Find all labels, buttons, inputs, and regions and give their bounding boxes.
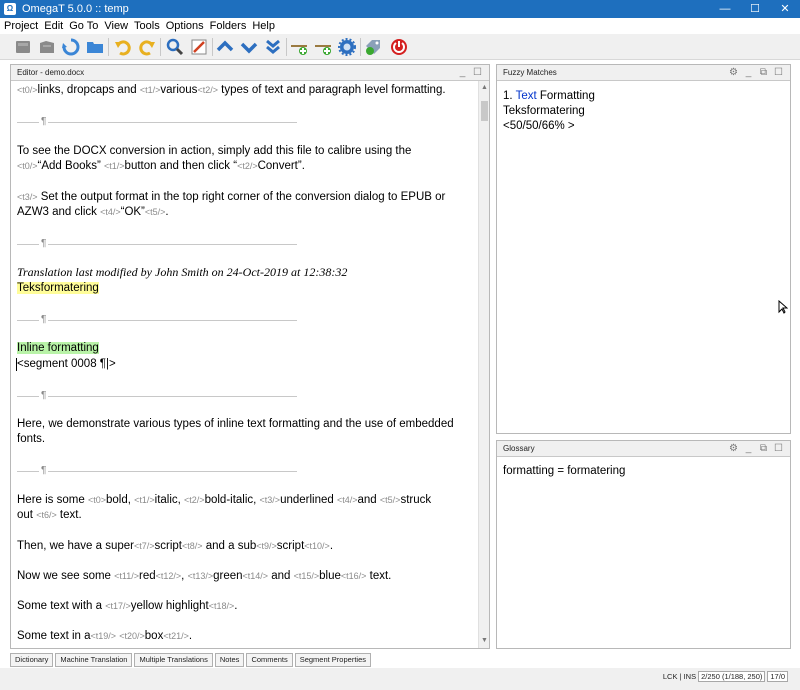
tab-dictionary[interactable]: Dictionary [10, 653, 54, 667]
maximize-pane-icon[interactable]: ☐ [771, 442, 786, 456]
scroll-up-icon[interactable]: ▲ [480, 83, 489, 93]
tab-machine-translation[interactable]: Machine Translation [55, 653, 133, 667]
menu-go-to[interactable]: Go To [69, 20, 98, 32]
toolbar-separator [160, 38, 161, 56]
segment-separator: ¶ [17, 465, 297, 476]
menu-folders[interactable]: Folders [210, 20, 247, 32]
segment-separator: ¶ [17, 390, 297, 401]
menu-options[interactable]: Options [166, 20, 204, 32]
fuzzy-match-score: <50/50/66% > [503, 120, 575, 132]
tab-multiple-translations[interactable]: Multiple Translations [134, 653, 213, 667]
window-title: OmegaT 5.0.0 :: temp [22, 3, 129, 15]
active-segment-source: Inline formatting [17, 342, 99, 354]
menu-view[interactable]: View [104, 20, 128, 32]
edit-mode-indicator: LCK | INS [662, 672, 697, 681]
tab-segment-properties[interactable]: Segment Properties [294, 653, 371, 667]
status-bar: LCK | INS 2/250 (1/188, 250) 17/0 [0, 668, 800, 690]
scrollbar-thumb[interactable] [481, 101, 488, 121]
menu-help[interactable]: Help [252, 20, 275, 32]
edit-icon[interactable] [188, 36, 210, 58]
validate-tags-icon[interactable] [362, 36, 384, 58]
close-button[interactable]: ✕ [770, 0, 800, 18]
editor-content[interactable]: <t0/>links, dropcaps and <t1/>various<t2… [11, 81, 479, 648]
maximize-button[interactable]: ☐ [740, 0, 770, 18]
editor-header: Editor - demo.docx _ ☐ [11, 65, 489, 81]
folder-icon[interactable] [84, 36, 106, 58]
fuzzy-match-target[interactable]: Teksformatering [503, 104, 585, 119]
settings-icon[interactable] [336, 36, 358, 58]
next-untranslated-icon[interactable] [262, 36, 284, 58]
segment-translation: Teksformatering [17, 282, 99, 294]
minimize-pane-icon[interactable]: _ [455, 66, 470, 80]
segment-text: fonts. [17, 433, 46, 445]
glossary-pane: Glossary ⚙ _ ⧉ ☐ formatting = formaterin… [496, 440, 791, 649]
next-segment-icon[interactable] [238, 36, 260, 58]
segment-indicator: 17/0 [767, 671, 788, 682]
segment-text: <t0/>“Add Books” <t1/>button and then cl… [17, 160, 305, 172]
progress-indicator[interactable]: 2/250 (1/188, 250) [698, 671, 766, 682]
segment-separator: ¶ [17, 238, 297, 249]
insert-match-icon[interactable] [288, 36, 310, 58]
menu-edit[interactable]: Edit [44, 20, 63, 32]
toolbar-separator [212, 38, 213, 56]
toolbar-separator [286, 38, 287, 56]
toolbar-separator [108, 38, 109, 56]
translation-modified-info: Translation last modified by John Smith … [17, 265, 348, 279]
toolbar-separator [360, 38, 361, 56]
glossary-title: Glossary [503, 444, 535, 453]
tab-notes[interactable]: Notes [214, 653, 245, 667]
bottom-tab-bar: Dictionary Machine Translation Multiple … [10, 653, 373, 667]
segment-text: Here is some <t0>bold, <t1/>italic, <t2/… [17, 494, 432, 506]
gear-icon[interactable]: ⚙ [726, 66, 741, 80]
minimize-button[interactable]: — [710, 0, 740, 18]
segment-separator: ¶ [17, 314, 297, 325]
title-bar: Ω OmegaT 5.0.0 :: temp — ☐ ✕ [0, 0, 800, 18]
undo-icon[interactable] [112, 36, 134, 58]
segment-text: Here, we demonstrate various types of in… [17, 418, 454, 430]
save-project-icon[interactable] [36, 36, 58, 58]
gear-icon[interactable]: ⚙ [726, 442, 741, 456]
quit-icon[interactable] [388, 36, 410, 58]
editor-title: Editor - demo.docx [17, 68, 85, 77]
maximize-pane-icon[interactable]: ☐ [771, 66, 786, 80]
menu-project[interactable]: Project [4, 20, 38, 32]
editor-scrollbar[interactable]: ▲ ▼ [478, 81, 489, 648]
segment-text: Some text in a<t19/> <t20/>box<t21/>. [17, 630, 193, 642]
minimize-pane-icon[interactable]: _ [741, 442, 756, 456]
scroll-down-icon[interactable]: ▼ [480, 636, 489, 646]
segment-text: out <t6/> text. [17, 509, 82, 521]
omegat-app-icon: Ω [4, 3, 16, 15]
fuzzy-match-source[interactable]: 1. Text Formatting [503, 89, 595, 104]
previous-segment-icon[interactable] [214, 36, 236, 58]
maximize-pane-icon[interactable]: ☐ [470, 66, 485, 80]
menu-bar: Project Edit Go To View Tools Options Fo… [0, 18, 800, 34]
mouse-pointer-icon [778, 299, 789, 317]
undock-pane-icon[interactable]: ⧉ [756, 442, 771, 456]
fuzzy-matches-title: Fuzzy Matches [503, 68, 557, 77]
redo-icon[interactable] [136, 36, 158, 58]
segment-separator: ¶ [17, 116, 297, 127]
fuzzy-matches-pane: Fuzzy Matches ⚙ _ ⧉ ☐ 1. Text Formatting… [496, 64, 791, 434]
open-project-icon[interactable] [12, 36, 34, 58]
segment-text: Then, we have a super<t7/>script<t8/> an… [17, 540, 334, 552]
segment-text: Now we see some <t11/>red<t12/>, <t13/>g… [17, 570, 392, 582]
fuzzy-matches-header: Fuzzy Matches ⚙ _ ⧉ ☐ [497, 65, 790, 81]
toolbar [0, 34, 800, 60]
segment-text: <t3/> Set the output format in the top r… [17, 191, 446, 203]
segment-text: Some text with a <t17/>yellow highlight<… [17, 600, 238, 612]
reload-icon[interactable] [60, 36, 82, 58]
search-icon[interactable] [164, 36, 186, 58]
undock-pane-icon[interactable]: ⧉ [756, 66, 771, 80]
segment-text: To see the DOCX conversion in action, si… [17, 145, 412, 157]
segment-text: <t0/>links, dropcaps and <t1/>various<t2… [17, 84, 446, 96]
menu-tools[interactable]: Tools [134, 20, 160, 32]
glossary-entry[interactable]: formatting = formatering [503, 464, 625, 479]
minimize-pane-icon[interactable]: _ [741, 66, 756, 80]
active-segment-target[interactable]: <segment 0008 ¶|> [17, 357, 116, 372]
segment-text: AZW3 and click <t4/>“OK”<t5/>. [17, 206, 169, 218]
replace-match-icon[interactable] [312, 36, 334, 58]
glossary-header: Glossary ⚙ _ ⧉ ☐ [497, 441, 790, 457]
editor-pane: Editor - demo.docx _ ☐ <t0/>links, dropc… [10, 64, 490, 649]
tab-comments[interactable]: Comments [246, 653, 293, 667]
